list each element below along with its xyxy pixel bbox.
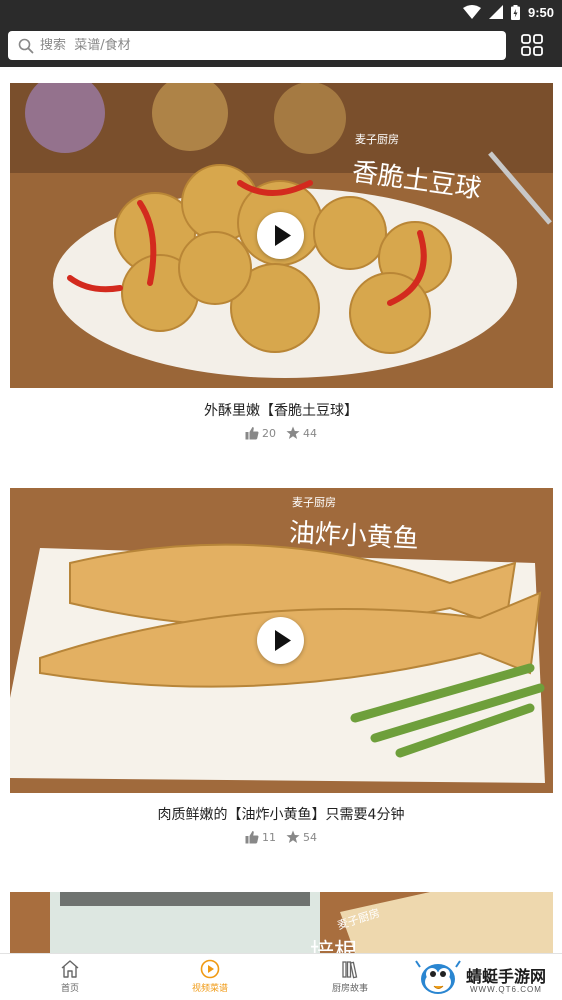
nav-video-recipes-label: 视频菜谱 bbox=[191, 984, 228, 994]
star-icon bbox=[286, 830, 300, 843]
nav-home[interactable]: 首页 bbox=[20, 959, 120, 994]
like-count: 20 bbox=[245, 426, 276, 440]
home-icon bbox=[61, 960, 79, 978]
favorite-count-text: 54 bbox=[303, 830, 317, 844]
video-card[interactable]: 麦子厨房 培根 bbox=[0, 892, 562, 953]
battery-icon bbox=[510, 4, 520, 20]
favorite-count: 44 bbox=[286, 426, 317, 440]
play-icon bbox=[275, 225, 291, 246]
dragonfly-mascot-icon bbox=[415, 960, 461, 994]
like-count-text: 20 bbox=[262, 426, 276, 440]
status-icons: 9:50 bbox=[462, 3, 554, 21]
watermark-url: WWW.QT6.COM bbox=[470, 985, 542, 994]
video-thumbnail[interactable]: 麦子厨房 油炸小黄鱼 bbox=[10, 488, 553, 793]
video-thumbnail[interactable]: 麦子厨房 培根 bbox=[10, 892, 553, 953]
search-input[interactable] bbox=[40, 38, 480, 53]
status-bar: 9:50 bbox=[0, 0, 562, 25]
video-feed[interactable]: 麦子厨房 香脆土豆球 外酥里嫩【香脆土豆球】 20 44 麦子厨房 油炸小黄鱼 … bbox=[0, 67, 562, 953]
thumbs-up-icon bbox=[245, 427, 259, 440]
video-title[interactable]: 外酥里嫩【香脆土豆球】 bbox=[0, 400, 562, 420]
category-grid-icon[interactable] bbox=[520, 33, 544, 57]
nav-home-label: 首页 bbox=[60, 984, 79, 994]
favorite-count: 54 bbox=[286, 830, 317, 844]
watermark: 蜻蜓手游网 WWW.QT6.COM bbox=[414, 959, 562, 999]
video-title[interactable]: 肉质鲜嫩的【油炸小黄鱼】只需要4分钟 bbox=[0, 804, 562, 824]
status-time: 9:50 bbox=[527, 4, 554, 20]
overlay-brand: 麦子厨房 bbox=[355, 133, 399, 146]
top-bar bbox=[0, 25, 562, 67]
toaster-bread-photo bbox=[10, 892, 553, 953]
thumbs-up-icon bbox=[245, 831, 259, 844]
books-icon bbox=[342, 961, 358, 979]
video-card[interactable]: 麦子厨房 香脆土豆球 外酥里嫩【香脆土豆球】 20 44 bbox=[0, 83, 562, 473]
signal-icon bbox=[488, 5, 503, 19]
star-icon bbox=[286, 426, 300, 439]
video-stats: 11 54 bbox=[0, 830, 562, 844]
like-count: 11 bbox=[245, 830, 276, 844]
play-button[interactable] bbox=[257, 212, 304, 259]
video-thumbnail[interactable]: 麦子厨房 香脆土豆球 bbox=[10, 83, 553, 388]
play-icon bbox=[275, 630, 291, 651]
play-circle-icon bbox=[200, 959, 220, 979]
like-count-text: 11 bbox=[262, 830, 276, 844]
favorite-count-text: 44 bbox=[303, 426, 317, 440]
nav-video-recipes[interactable]: 视频菜谱 bbox=[160, 959, 260, 994]
watermark-title: 蜻蜓手游网 bbox=[466, 967, 547, 986]
play-button[interactable] bbox=[257, 617, 304, 664]
search-box[interactable] bbox=[8, 31, 506, 60]
overlay-brand: 麦子厨房 bbox=[292, 496, 336, 509]
video-card[interactable]: 麦子厨房 油炸小黄鱼 肉质鲜嫩的【油炸小黄鱼】只需要4分钟 11 54 bbox=[0, 488, 562, 878]
overlay-dish-name: 培根 bbox=[310, 938, 358, 953]
wifi-icon bbox=[462, 5, 481, 19]
overlay-dish-name: 油炸小黄鱼 bbox=[288, 517, 420, 555]
search-icon bbox=[18, 38, 34, 53]
nav-kitchen-stories-label: 厨房故事 bbox=[331, 984, 368, 994]
video-stats: 20 44 bbox=[0, 426, 562, 440]
nav-kitchen-stories[interactable]: 厨房故事 bbox=[300, 959, 400, 994]
